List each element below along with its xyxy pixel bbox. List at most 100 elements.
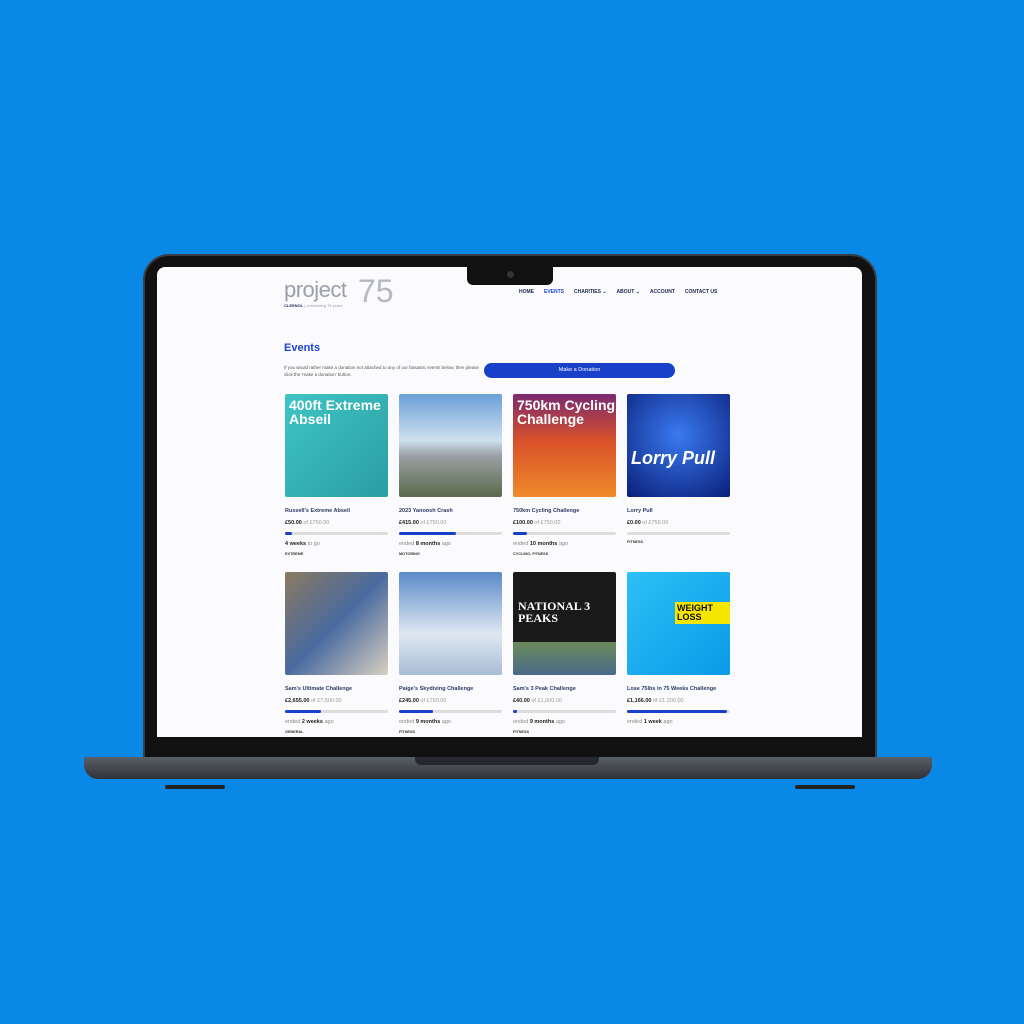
progress-fill (513, 710, 518, 713)
event-title[interactable]: Lose 75lbs in 75 Weeks Challenge (627, 685, 730, 693)
progress-bar (513, 532, 616, 535)
raised-amount: £245.00 (399, 698, 419, 704)
event-image[interactable]: NATIONAL 3 PEAKS (513, 572, 616, 675)
make-donation-button[interactable]: Make a Donation (484, 363, 675, 378)
raised-amount: £40.00 (513, 698, 530, 704)
raised-amount: £415.00 (399, 520, 419, 526)
event-image[interactable] (399, 572, 502, 675)
raised-amount: £50.00 (285, 520, 302, 526)
nav-item-about[interactable]: ABOUT ⌄ (617, 289, 640, 295)
event-image-text: NATIONAL 3 PEAKS (518, 599, 591, 625)
progress-bar (399, 710, 502, 713)
target-amount: £7,500.00 (317, 698, 342, 704)
event-time: ended 8 months ago (399, 541, 502, 547)
event-title[interactable]: Sam's Ultimate Challenge (285, 685, 388, 693)
laptop-screen: project 75 CLEENOL | celebrating 75 year… (157, 267, 862, 737)
time-prefix: ended (513, 719, 529, 725)
progress-bar (627, 532, 730, 535)
nav-item-account[interactable]: ACCOUNT (650, 289, 675, 295)
nav-item-contact[interactable]: CONTACT US (685, 289, 717, 295)
event-image[interactable]: WEIGHT LOSS (627, 572, 730, 675)
event-card[interactable]: YANOOSH! 2023 Yanoosh Crash £415.00 of £… (399, 394, 502, 556)
time-value: 10 months (529, 541, 558, 547)
event-category[interactable]: FITNESS (513, 730, 616, 734)
event-category[interactable]: EXTREME (285, 552, 388, 556)
event-category[interactable]: GENERAL (285, 730, 388, 734)
event-amount: £415.00 of £750.00 (399, 520, 447, 526)
laptop-foot (795, 785, 855, 789)
event-title[interactable]: Sam's 3 Peak Challenge (513, 685, 616, 693)
laptop-foot (165, 785, 225, 789)
intro-text: If you would rather make a donation not … (284, 365, 479, 377)
event-image[interactable]: 750km Cycling Challenge (513, 394, 616, 497)
progress-fill (513, 532, 527, 535)
nav-item-charities[interactable]: CHARITIES ⌄ (574, 289, 607, 295)
event-card[interactable]: NATIONAL 3 PEAKS Sam's 3 Peak Challenge … (513, 572, 616, 734)
target-amount: £750.00 (426, 698, 447, 704)
time-prefix: ended (627, 719, 643, 725)
event-card[interactable]: Lorry Pull Lorry Pull £0.00 of £750.00 F… (627, 394, 730, 544)
time-suffix: ago (558, 541, 569, 547)
event-amount: £2,655.00 of £7,500.00 (285, 698, 342, 704)
nav-item-events[interactable]: EVENTS (544, 289, 564, 295)
progress-bar (513, 710, 616, 713)
time-suffix: ago (324, 719, 334, 725)
progress-fill (399, 710, 433, 713)
page-title: Events (284, 342, 321, 354)
progress-fill (399, 532, 456, 535)
event-time: ended 2 weeks ago (285, 719, 388, 725)
event-image-text: 750km Cycling Challenge (517, 397, 616, 427)
event-title[interactable]: 2023 Yanoosh Crash (399, 507, 502, 515)
event-card[interactable]: 400ft Extreme Abseil Russell's Extreme A… (285, 394, 388, 556)
event-amount: £50.00 of £750.00 (285, 520, 330, 526)
event-card[interactable]: 750km Cycling Challenge 750km Cycling Ch… (513, 394, 616, 556)
event-category[interactable]: MOTORING (399, 552, 502, 556)
progress-bar (285, 532, 388, 535)
progress-bar (627, 710, 730, 713)
progress-bar (285, 710, 388, 713)
event-amount: £0.00 of £750.00 (627, 520, 669, 526)
time-suffix: ago (441, 719, 451, 725)
event-image[interactable]: Lorry Pull (627, 394, 730, 497)
raised-amount: £0.00 (627, 520, 641, 526)
nav-item-home[interactable]: HOME (519, 289, 534, 295)
progress-fill (285, 710, 322, 713)
event-title[interactable]: 750km Cycling Challenge (513, 507, 616, 515)
site-logo[interactable]: project 75 CLEENOL | celebrating 75 year… (284, 273, 394, 309)
camera-icon (507, 271, 514, 278)
time-suffix: ago (441, 541, 451, 547)
event-amount: £100.00 of £750.00 (513, 520, 561, 526)
time-value: 9 months (529, 719, 555, 725)
time-value: 9 months (415, 719, 441, 725)
event-image[interactable] (285, 572, 388, 675)
event-title[interactable]: Lorry Pull (627, 507, 730, 515)
progress-fill (285, 532, 292, 535)
event-amount: £1,166.00 of £1,200.00 (627, 698, 684, 704)
event-card[interactable]: Sam's Ultimate Challenge £2,655.00 of £7… (285, 572, 388, 734)
time-suffix: ago (555, 719, 565, 725)
time-suffix: ago (663, 719, 673, 725)
event-card[interactable]: WEIGHT LOSS Lose 75lbs in 75 Weeks Chall… (627, 572, 730, 730)
event-category[interactable]: CYCLING, FITNESS (513, 552, 616, 556)
event-time: ended 9 months ago (513, 719, 616, 725)
raised-amount: £100.00 (513, 520, 533, 526)
time-prefix: ended (513, 541, 529, 547)
event-image[interactable]: YANOOSH! (399, 394, 502, 497)
event-title[interactable]: Russell's Extreme Abseil (285, 507, 388, 515)
target-amount: £1,200.00 (659, 698, 684, 704)
event-time: ended 9 months ago (399, 719, 502, 725)
event-category[interactable]: FITNESS (399, 730, 502, 734)
event-category[interactable]: FITNESS (627, 540, 730, 544)
event-card[interactable]: Paige's Skydiving Challenge £245.00 of £… (399, 572, 502, 734)
target-amount: £750.00 (426, 520, 447, 526)
target-amount: £1,000.00 (537, 698, 562, 704)
target-amount: £750.00 (540, 520, 561, 526)
time-prefix: ended (399, 719, 415, 725)
time-value: 2 weeks (301, 719, 323, 725)
event-image[interactable]: 400ft Extreme Abseil (285, 394, 388, 497)
main-nav: HOME EVENTS CHARITIES ⌄ ABOUT ⌄ ACCOUNT CONTA… (519, 289, 717, 295)
event-time: ended 1 week ago (627, 719, 730, 725)
event-title[interactable]: Paige's Skydiving Challenge (399, 685, 502, 693)
event-image-text: 400ft Extreme Abseil (289, 397, 381, 427)
event-time: 4 weeks to go (285, 541, 388, 547)
